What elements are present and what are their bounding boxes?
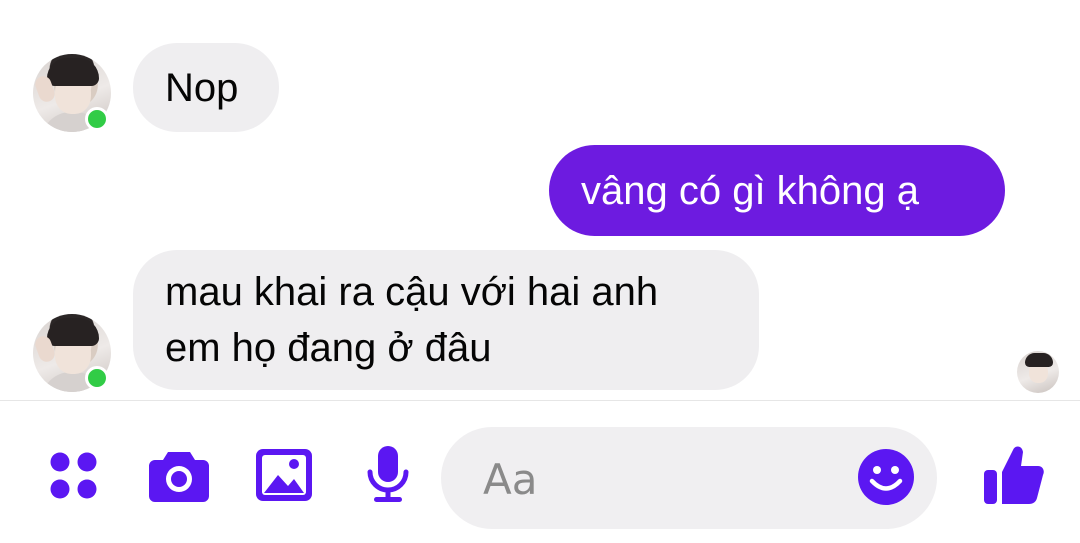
message-text-line-1: mau khai ra cậu với hai anh: [165, 270, 659, 314]
message-text-line-2: em họ đang ở đâu: [165, 326, 492, 370]
online-status-dot: [85, 107, 109, 131]
message-input-placeholder: Aa: [483, 455, 538, 504]
message-bubble-incoming[interactable]: Nop: [133, 43, 279, 132]
composer-divider: [0, 400, 1080, 401]
gallery-icon[interactable]: [256, 449, 312, 501]
apps-icon[interactable]: [49, 451, 99, 501]
microphone-icon[interactable]: [364, 446, 412, 504]
message-text: vâng có gì không ạ: [581, 169, 920, 213]
message-text: Nop: [165, 66, 239, 110]
message-bubble-outgoing[interactable]: vâng có gì không ạ: [549, 145, 1005, 236]
message-bubble-incoming[interactable]: mau khai ra cậu với hai anh em họ đang ở…: [133, 250, 759, 390]
camera-icon[interactable]: [148, 448, 210, 502]
thumbs-up-icon[interactable]: [982, 442, 1046, 506]
online-status-dot: [85, 366, 109, 390]
seen-receipt-avatar: [1017, 351, 1059, 393]
emoji-icon[interactable]: [857, 448, 915, 506]
